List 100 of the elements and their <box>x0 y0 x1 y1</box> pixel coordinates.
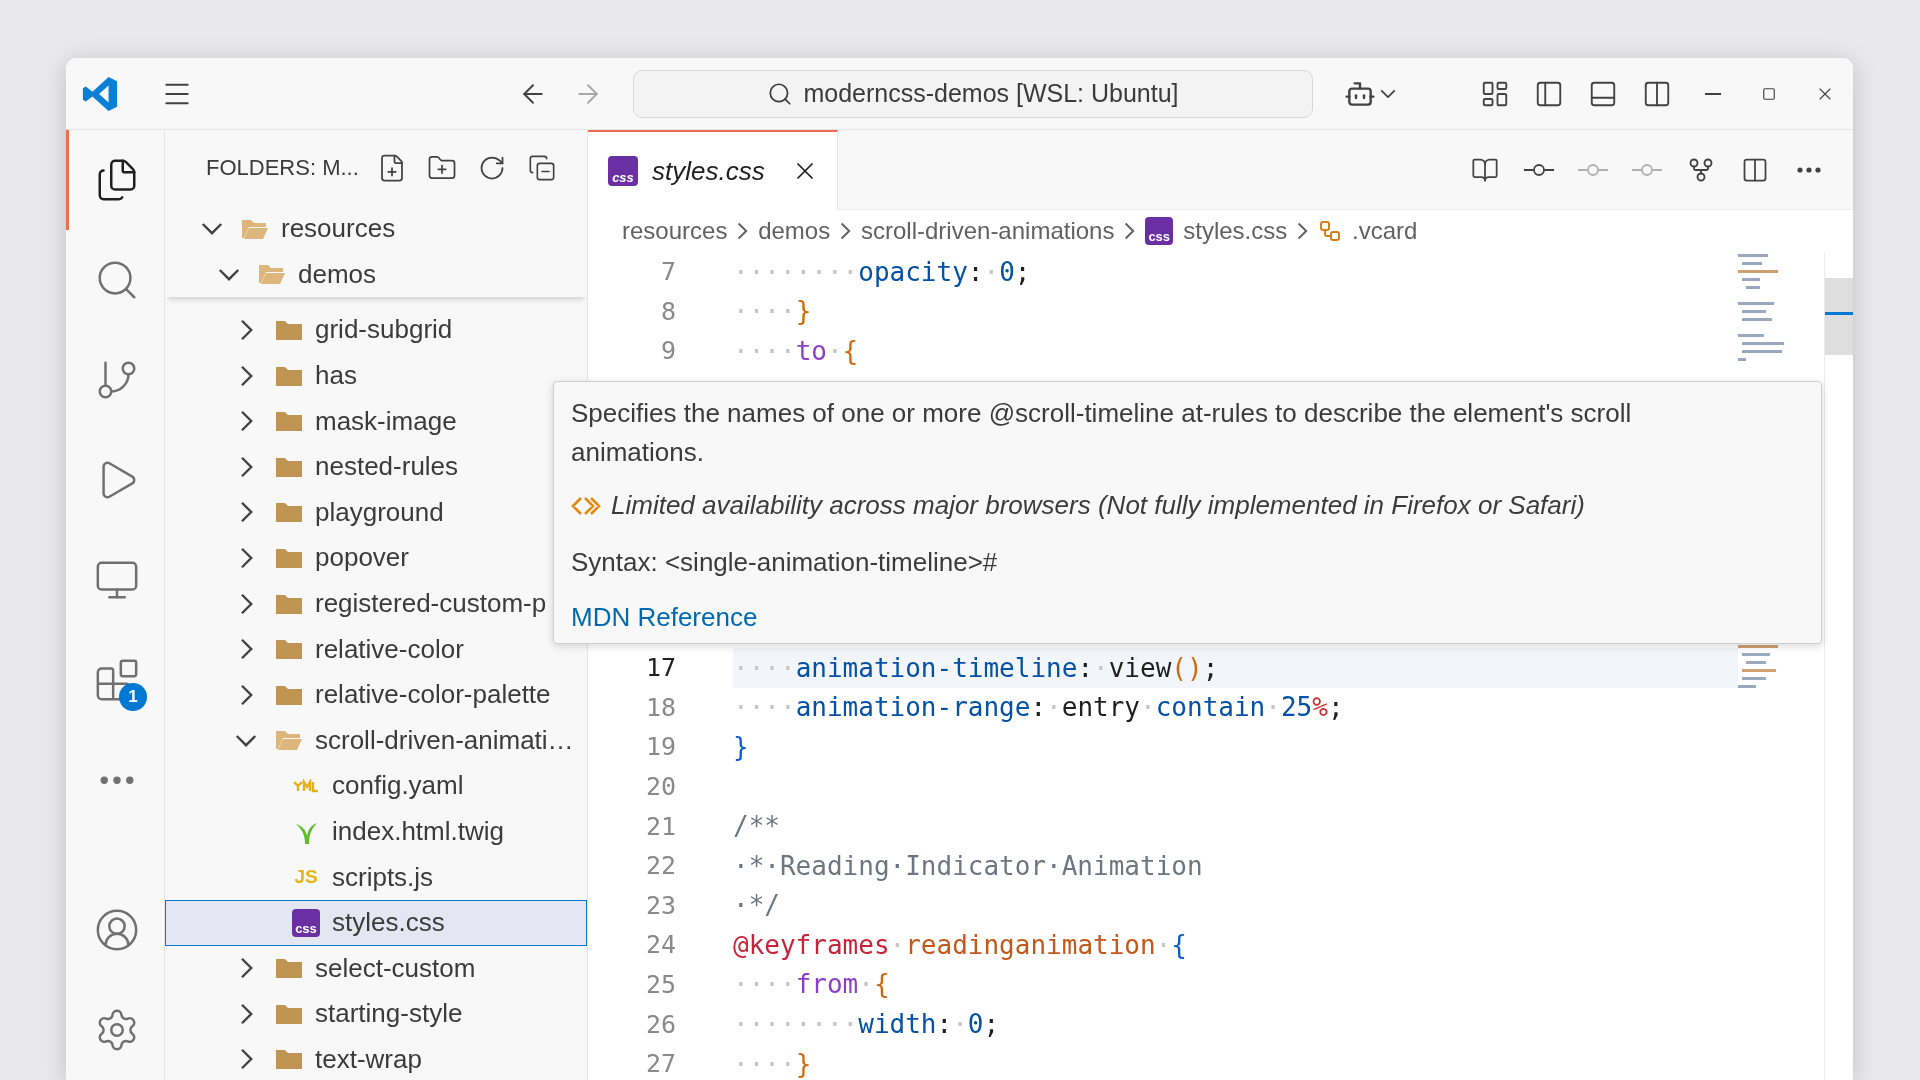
chevron-right-icon[interactable] <box>240 592 254 615</box>
chevron-right-icon[interactable] <box>240 410 254 433</box>
line-number: 24 <box>644 930 676 960</box>
line-number: 20 <box>644 772 676 801</box>
breadcrumb[interactable]: demos <box>758 217 831 245</box>
css-file-icon: css <box>608 156 638 186</box>
cursor-marker <box>1825 312 1853 315</box>
tree-item[interactable]: text-wrap <box>165 1036 422 1080</box>
chevron-right-icon[interactable] <box>240 957 254 980</box>
search-icon <box>767 80 794 107</box>
chevron-right-icon <box>737 222 749 240</box>
tree-item[interactable]: relative-color <box>165 626 464 672</box>
code-brackets-icon <box>571 494 601 517</box>
commit-icon <box>1632 163 1662 176</box>
css-file-icon: css <box>292 908 320 937</box>
chevron-right-icon[interactable] <box>240 1002 254 1025</box>
count-badge: 1 <box>119 683 147 711</box>
app-logo-icon[interactable] <box>81 74 119 113</box>
tree-item[interactable]: playground <box>165 489 444 536</box>
tree-item[interactable]: popover <box>165 535 409 581</box>
folder-icon <box>275 1002 303 1025</box>
js-file-icon: JS <box>294 866 318 889</box>
chevron-right-icon <box>840 222 851 240</box>
folder-icon <box>275 455 303 478</box>
more-icon <box>1797 166 1821 173</box>
minimize-icon <box>1705 92 1721 95</box>
code-line: ·*·Reading·Indicator·Animation <box>733 849 1204 883</box>
breadcrumb[interactable]: resources <box>622 217 728 245</box>
folder-icon <box>275 364 303 387</box>
scrollbar-thumb[interactable] <box>1825 278 1853 355</box>
collapse-all-icon <box>528 154 556 182</box>
line-number: 7 <box>659 257 676 287</box>
line-number: 18 <box>644 692 676 722</box>
chevron-down-icon[interactable] <box>201 222 223 236</box>
editor-tab[interactable]: css styles.css <box>588 130 838 210</box>
code-line: } <box>733 730 750 764</box>
chevron-right-icon[interactable] <box>240 683 254 706</box>
chevron-down-icon[interactable] <box>218 267 240 281</box>
line-number: 17 <box>644 653 676 683</box>
mdn-reference-link[interactable]: MDN Reference <box>571 598 758 637</box>
line-number: 26 <box>644 1009 676 1039</box>
breadcrumb[interactable]: css styles.css <box>1145 217 1288 245</box>
refresh-icon <box>478 154 506 182</box>
breadcrumb[interactable]: scroll-driven-animations <box>861 217 1115 245</box>
folder-icon <box>275 546 303 569</box>
line-number: 8 <box>659 296 676 326</box>
chevron-right-icon[interactable] <box>240 638 254 661</box>
tree-item[interactable]: JS scripts.js <box>165 854 434 900</box>
code-line: ·*/ <box>733 889 781 923</box>
folder-icon <box>275 410 303 433</box>
chevron-right-icon <box>1124 222 1136 240</box>
line-number: 23 <box>644 890 676 920</box>
chevron-right-icon[interactable] <box>240 364 254 387</box>
tooltip-description: Specifies the names of one or more @scroll-timeline at-rules to describe the element's scroll animations. <box>571 397 1633 469</box>
line-number: 21 <box>644 811 676 841</box>
breadcrumb[interactable]: .vcard <box>1318 217 1418 245</box>
tree-item[interactable]: scroll-driven-animati… <box>165 717 574 764</box>
chevron-down-icon[interactable] <box>235 733 257 747</box>
folder-icon <box>275 683 303 706</box>
chevron-right-icon[interactable] <box>240 1048 254 1071</box>
folder-icon <box>275 1048 303 1071</box>
folder-icon <box>275 638 303 661</box>
code-line: ····} <box>733 1047 813 1080</box>
tree-item[interactable]: index.html.twig <box>165 808 504 855</box>
folder-icon <box>275 957 303 980</box>
tree-item[interactable]: mask-image <box>165 398 457 444</box>
tree-item[interactable]: demos <box>165 251 377 298</box>
chevron-right-icon[interactable] <box>240 319 254 341</box>
open-folder-icon <box>258 263 286 286</box>
line-number: 25 <box>644 970 676 999</box>
tree-item[interactable]: config.yaml <box>165 763 464 809</box>
line-number: 27 <box>644 1049 676 1079</box>
tree-item[interactable]: nested-rules <box>165 443 459 490</box>
chevron-right-icon <box>1297 222 1309 240</box>
tree-item[interactable]: starting-style <box>165 991 463 1037</box>
tree-item[interactable]: resources <box>165 206 396 252</box>
line-number: 9 <box>659 336 676 366</box>
code-line: ········width:·0; <box>733 1008 1001 1042</box>
tree-item[interactable]: css styles.css <box>165 899 587 946</box>
extensions-button[interactable]: 1 <box>66 630 164 730</box>
css-file-icon: css <box>1145 217 1174 245</box>
code-line: ····from·{ <box>733 968 891 1002</box>
code-line: ········opacity:·0; <box>733 255 1032 289</box>
command-center[interactable]: moderncss-demos [WSL: Ubuntu] <box>633 69 1313 118</box>
yaml-file-icon <box>293 778 319 793</box>
chevron-right-icon[interactable] <box>240 501 254 524</box>
line-number: 19 <box>644 732 676 762</box>
symbol-icon <box>1318 219 1343 243</box>
availability-note: Limited availability across major browsers (Not fully implemented in Firefox or Safari) <box>611 489 1585 522</box>
line-number: 22 <box>644 851 676 881</box>
tree-item[interactable]: select-custom <box>165 945 476 992</box>
open-folder-icon <box>241 217 269 240</box>
tree-item[interactable]: grid-subgrid <box>165 307 453 353</box>
tree-item[interactable]: registered-custom-p <box>165 580 547 627</box>
tree-item[interactable]: has <box>165 352 357 399</box>
code-line: ····animation-range:·entry·contain·25%; <box>733 691 1345 725</box>
chevron-right-icon[interactable] <box>240 455 254 478</box>
tree-item[interactable]: relative-color-palette <box>165 671 551 718</box>
folder-icon <box>275 319 303 341</box>
chevron-right-icon[interactable] <box>240 546 254 569</box>
